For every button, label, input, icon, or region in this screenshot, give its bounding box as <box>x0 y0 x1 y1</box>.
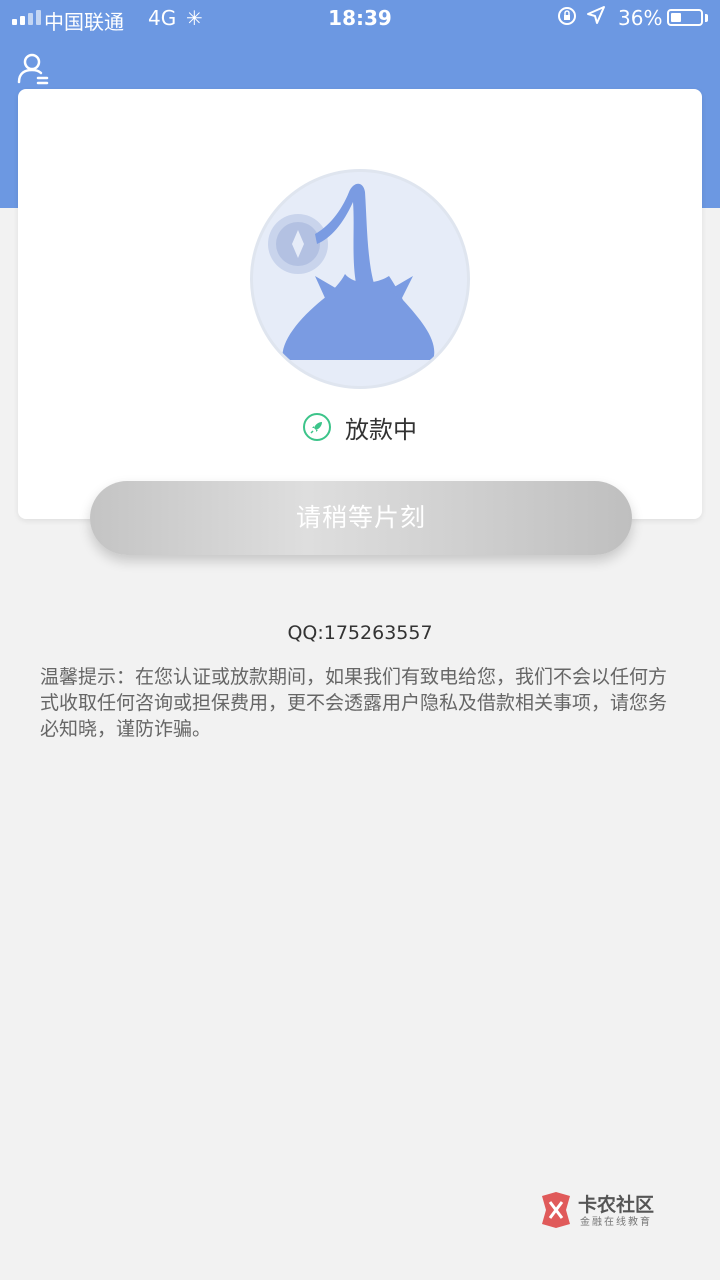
qq-contact: QQ:175263557 <box>287 622 433 644</box>
kanong-watermark-logo: 卡农社区 金融在线教育 <box>538 1188 668 1232</box>
loan-status-text: 放款中 <box>345 415 417 444</box>
battery-icon <box>667 9 703 26</box>
battery-tip <box>705 14 708 22</box>
please-wait-button[interactable]: 请稍等片刻 <box>90 481 632 555</box>
location-icon <box>586 5 606 30</box>
money-bag-illustration-icon <box>250 169 470 389</box>
loan-status-card: 放款中 <box>18 89 702 519</box>
watermark-subtitle: 金融在线教育 <box>580 1217 652 1228</box>
warning-notice: 温馨提示：在您认证或放款期间，如果我们有致电给您，我们不会以任何方式收取任何咨询… <box>40 666 668 740</box>
clock: 18:39 <box>328 6 392 30</box>
battery-percent: 36% <box>618 6 663 30</box>
rotation-lock-icon <box>556 5 578 32</box>
status-bar: 中国联通 4G ✳ 18:39 36% <box>0 0 720 38</box>
user-profile-icon[interactable] <box>14 50 54 90</box>
loan-status: 放款中 <box>18 409 702 445</box>
rocket-icon <box>303 413 331 441</box>
